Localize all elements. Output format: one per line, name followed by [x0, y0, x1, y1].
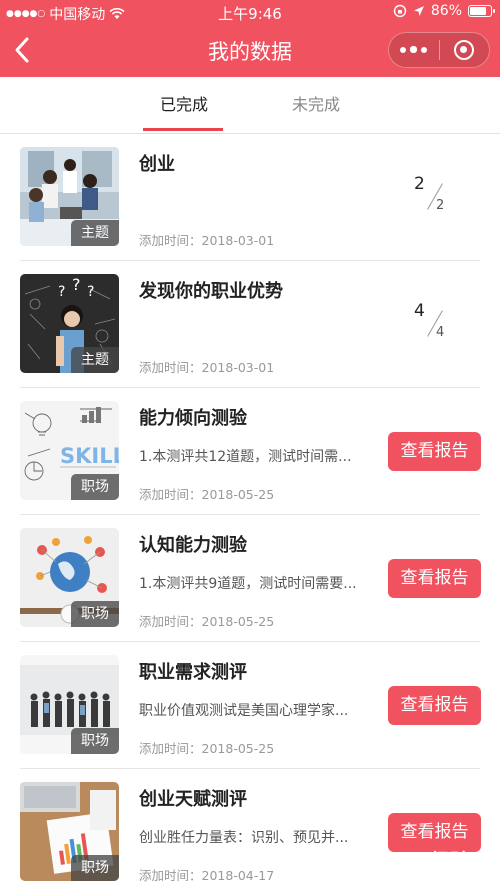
item-thumbnail[interactable]: 职场: [20, 655, 119, 754]
item-title: 职业需求测评: [139, 662, 247, 683]
location-icon: [413, 6, 424, 16]
view-report-button[interactable]: 查看报告: [388, 813, 481, 852]
list-item[interactable]: 职场 认知能力测验 1.本测评共9道题，测试时间需要... 添加时间：2018-…: [0, 515, 500, 642]
item-title: 认知能力测验: [139, 535, 247, 556]
close-miniprogram-button[interactable]: [440, 33, 490, 67]
item-thumbnail[interactable]: ? ? ? 主题: [20, 274, 119, 373]
item-description: 1.本测评共12道题，测试时间需...: [139, 449, 352, 465]
item-tag: 职场: [71, 601, 119, 627]
header-bar: ●●●●○ 中国移动 上午9:46 86% 我的数据: [0, 0, 500, 77]
miniprogram-capsule: [388, 32, 490, 68]
rotation-lock-icon: [393, 4, 407, 18]
progress-total: 4: [436, 325, 445, 340]
nav-bar: 我的数据: [0, 24, 500, 77]
list-item[interactable]: 职场 职业需求测评 职业价值观测试是美国心理学家... 添加时间：2018-05…: [0, 642, 500, 769]
progress-total: 2: [436, 198, 445, 213]
item-date: 添加时间：2018-03-01: [139, 233, 275, 248]
list-item[interactable]: 主题 创业 添加时间：2018-03-01 2 2: [0, 134, 500, 261]
item-title: 能力倾向测验: [139, 408, 247, 429]
item-description: 1.本测评共9道题，测试时间需要...: [139, 576, 357, 592]
svg-text:?: ?: [58, 284, 65, 300]
item-date: 添加时间：2018-05-25: [139, 614, 275, 629]
item-date: 添加时间：2018-05-25: [139, 487, 275, 502]
chevron-left-icon: [15, 37, 29, 63]
battery-icon: [468, 5, 495, 17]
list-item[interactable]: SKILL 职场 能力倾向测验 1.本测评共12道题，测试时间需... 添加时间…: [0, 388, 500, 515]
progress-done: 2: [414, 174, 425, 194]
battery-fill: [470, 7, 486, 15]
list-item[interactable]: ? ? ? 主题 发现你的职业优势 添加时间：2018-03-01 4 4: [0, 261, 500, 388]
view-report-button[interactable]: 查看报告: [388, 686, 481, 725]
item-title: 创业: [139, 154, 175, 175]
item-tag: 职场: [71, 855, 119, 881]
item-title: 发现你的职业优势: [139, 281, 283, 302]
svg-text:SKILL: SKILL: [60, 444, 119, 468]
item-description: 创业胜任力量表：识别、预见并...: [139, 830, 349, 846]
item-tag: 职场: [71, 474, 119, 500]
view-report-button[interactable]: 查看报告: [388, 432, 481, 471]
status-bar: ●●●●○ 中国移动 上午9:46 86%: [0, 0, 500, 24]
more-button[interactable]: [389, 33, 439, 67]
item-description: 职业价值观测试是美国心理学家...: [139, 703, 349, 719]
item-thumbnail[interactable]: 职场: [20, 528, 119, 627]
item-title: 创业天赋测评: [139, 789, 247, 810]
target-circle-icon: [454, 40, 475, 60]
item-thumbnail[interactable]: 主题: [20, 147, 119, 246]
tab-bar: 已完成 未完成: [0, 77, 500, 134]
tab-incomplete[interactable]: 未完成: [236, 77, 396, 134]
list-item[interactable]: 职场 创业天赋测评 创业胜任力量表：识别、预见并... 添加时间：2018-04…: [0, 769, 500, 896]
item-tag: 主题: [71, 347, 119, 373]
svg-text:?: ?: [72, 275, 81, 294]
item-thumbnail[interactable]: 职场: [20, 782, 119, 881]
item-date: 添加时间：2018-04-17: [139, 868, 275, 883]
svg-text:?: ?: [87, 284, 94, 300]
progress-fraction: 2 2: [410, 172, 460, 222]
active-tab-indicator: [143, 128, 223, 131]
progress-done: 4: [414, 301, 425, 321]
battery-percent: 86%: [430, 3, 462, 19]
item-tag: 职场: [71, 728, 119, 754]
more-dots-icon: [400, 46, 428, 54]
back-button[interactable]: [8, 32, 38, 68]
item-date: 添加时间：2018-05-25: [139, 741, 275, 756]
progress-fraction: 4 4: [410, 299, 460, 349]
view-report-button[interactable]: 查看报告: [388, 559, 481, 598]
item-date: 添加时间：2018-03-01: [139, 360, 275, 375]
item-thumbnail[interactable]: SKILL 职场: [20, 401, 119, 500]
item-tag: 主题: [71, 220, 119, 246]
